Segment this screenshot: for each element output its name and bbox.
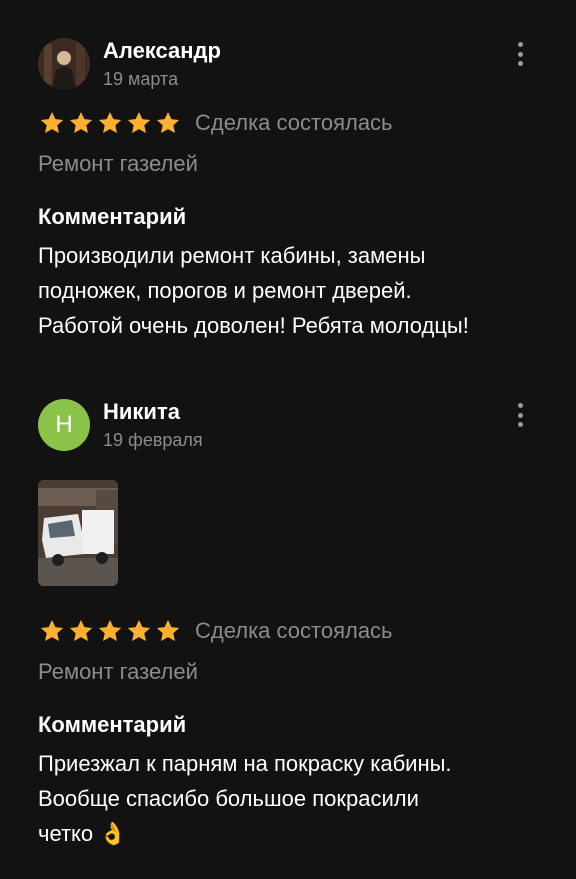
author-avatar[interactable] [38,38,90,90]
star-icon [69,619,93,641]
author-name[interactable]: Никита [103,399,180,425]
more-vertical-icon [517,42,523,47]
service-name: Ремонт газелей [38,151,198,176]
deal-status: Сделка состоялась [195,110,393,135]
star-icon [98,111,122,133]
rating-row: Сделка состоялась [38,618,393,644]
avatar-photo-icon [38,38,90,90]
comment-text: Производили ремонт кабины, замены поднож… [38,238,548,343]
more-options-button[interactable] [514,403,526,427]
comment-line: Работой очень доволен! Ребята молодцы! [38,313,469,338]
star-icon [98,619,122,641]
more-vertical-icon [517,403,523,408]
comment-heading: Комментарий [38,204,187,229]
review-photo-thumbnail[interactable] [38,480,118,586]
star-icon [69,111,93,133]
star-icon [40,111,64,133]
comment-line: Вообще спасибо большое покрасили [38,786,419,811]
author-avatar[interactable]: Н [38,399,90,451]
author-name[interactable]: Александр [103,38,221,64]
comment-line: четко 👌 [38,821,127,846]
comment-line: Приезжал к парням на покраску кабины. [38,751,452,776]
van-photo-icon [38,480,118,586]
comment-heading: Комментарий [38,712,187,737]
rating-row: Сделка состоялась [38,110,393,136]
comment-text: Приезжал к парням на покраску кабины. Во… [38,746,548,851]
more-options-button[interactable] [514,42,526,66]
comment-line: Производили ремонт кабины, замены [38,243,426,268]
review-date: 19 февраля [103,430,203,450]
review-date: 19 марта [103,69,179,89]
star-icon [127,111,151,133]
star-icon [156,111,180,133]
service-name: Ремонт газелей [38,659,198,684]
comment-line: подножек, порогов и ремонт дверей. [38,278,412,303]
star-icon [40,619,64,641]
star-icon [156,619,180,641]
deal-status: Сделка состоялась [195,618,393,643]
star-icon [127,619,151,641]
